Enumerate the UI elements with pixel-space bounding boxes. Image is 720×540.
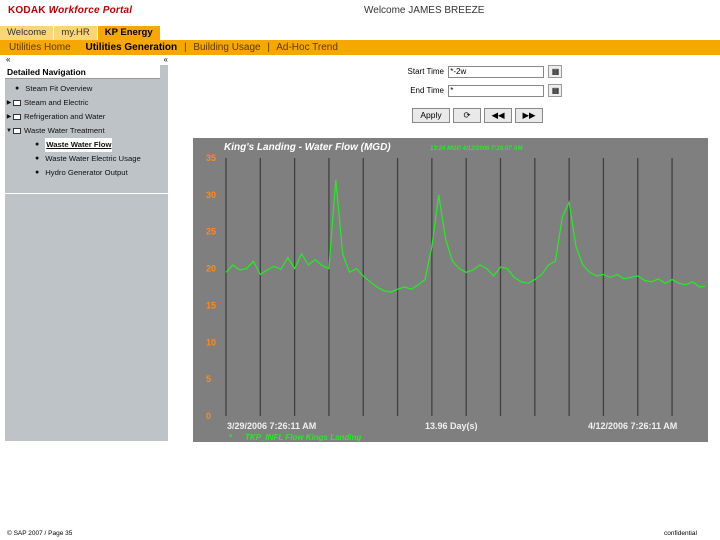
x-span-label: 13.96 Day(s)	[425, 421, 478, 431]
bullet-icon: ●	[15, 85, 20, 92]
subnav-utilities-home[interactable]: Utilities Home	[9, 42, 71, 53]
legend-marker-icon: *	[229, 433, 233, 442]
calendar-icon[interactable]: ▦	[548, 84, 563, 98]
subnav-ad-hoc-trend[interactable]: Ad-Hoc Trend	[276, 42, 338, 53]
nav-item-label: Hydro Generator Output	[45, 168, 128, 177]
end-time-row: End Time ▦	[404, 84, 563, 98]
subnav-separator: |	[267, 42, 270, 53]
nav-item-label: Waste Water Flow	[45, 138, 113, 152]
collapse-icon[interactable]: ▼	[5, 124, 13, 138]
previous-period-button[interactable]: ◀◀	[484, 108, 512, 123]
portal-logo[interactable]: KODAK Workforce Portal	[8, 5, 132, 16]
top-tabs: Welcome my.HR KP Energy	[0, 26, 161, 40]
sidebar-divider	[5, 193, 168, 194]
nav-item-waste-water-electric-usage[interactable]: ● Waste Water Electric Usage	[5, 152, 168, 166]
end-time-input[interactable]	[448, 84, 545, 97]
collapse-right-icon[interactable]: «	[164, 55, 168, 64]
sidebar-heading: Detailed Navigation	[5, 65, 160, 79]
nav-item-label: Steam and Electric	[24, 98, 89, 107]
apply-button[interactable]: Apply	[412, 108, 450, 123]
footer-copyright: © SAP 2007 / Page 35	[7, 530, 73, 537]
collapse-left-icon[interactable]: «	[6, 55, 10, 64]
folder-icon	[13, 114, 21, 120]
expand-icon[interactable]: ▶	[5, 110, 13, 124]
refresh-button[interactable]: ⟳	[453, 108, 481, 123]
chart-title: King's Landing - Water Flow (MGD)	[224, 142, 391, 153]
trend-chart-svg: 0 5 10 15 20 25 30 35 King's Landing - Water Fl…	[206, 142, 706, 442]
start-time-label: Start Time	[407, 67, 444, 76]
refresh-icon: ⟳	[463, 110, 471, 120]
y-tick-labels: 0 5 10 15 20 25 30 35	[206, 153, 216, 421]
nav-item-hydro-generator-output[interactable]: ● Hydro Generator Output	[5, 166, 168, 180]
subnav-utilities-generation[interactable]: Utilities Generation	[85, 42, 177, 53]
form-buttons: Apply ⟳ ◀◀ ▶▶	[404, 108, 543, 123]
expand-icon[interactable]: ▶	[5, 96, 13, 110]
end-time-label: End Time	[410, 86, 444, 95]
bullet-icon: ●	[35, 155, 40, 162]
tab-kp-energy[interactable]: KP Energy	[97, 26, 161, 40]
y-tick-label: 10	[206, 337, 216, 347]
water-flow-trend-chart: 0 5 10 15 20 25 30 35 King's Landing - Water Fl…	[193, 138, 708, 442]
nav-item-label: Refrigeration and Water	[24, 112, 106, 121]
footer-confidential: confidential	[664, 530, 697, 537]
logo-brand: KODAK	[8, 5, 46, 16]
start-time-input[interactable]	[448, 65, 545, 78]
series-line-tkp-infl-flow	[225, 180, 706, 293]
detailed-navigation-panel: « « Detailed Navigation ● Steam Fit Over…	[5, 55, 168, 441]
bullet-icon: ●	[35, 141, 40, 148]
legend-series-name: TKP_INFL Flow Kings Landing	[245, 433, 361, 442]
y-tick-label: 25	[206, 227, 216, 237]
start-time-row: Start Time ▦	[404, 65, 563, 79]
nav-item-label: Steam Fit Overview	[25, 84, 93, 93]
subnav-building-usage[interactable]: Building Usage	[193, 42, 260, 53]
nav-item-label: Waste Water Electric Usage	[45, 154, 141, 163]
nav-item-refrigeration-and-water[interactable]: ▶ Refrigeration and Water	[5, 110, 168, 124]
y-tick-label: 5	[206, 374, 211, 384]
tab-welcome[interactable]: Welcome	[0, 26, 55, 40]
nav-item-waste-water-flow[interactable]: ● Waste Water Flow	[5, 138, 168, 152]
tab-my-hr[interactable]: my.HR	[54, 26, 98, 40]
nav-item-label: Waste Water Treatment	[24, 126, 105, 135]
y-tick-label: 0	[206, 411, 211, 421]
logo-title: Workforce Portal	[45, 5, 133, 16]
grid-layer	[225, 158, 673, 416]
sidebar-toolbar: « «	[5, 55, 168, 65]
nav-item-steam-fit-overview[interactable]: ● Steam Fit Overview	[5, 82, 168, 96]
chart-timestamp: 13:24 MGD 4/12/2006 7:26:07 AM	[430, 146, 523, 152]
y-tick-label: 35	[206, 153, 216, 163]
subnav-separator: |	[183, 42, 187, 53]
welcome-message: Welcome JAMES BREEZE	[364, 5, 485, 16]
navigation-tree: ● Steam Fit Overview ▶ Steam and Electri…	[5, 79, 168, 180]
nav-item-steam-and-electric[interactable]: ▶ Steam and Electric	[5, 96, 168, 110]
calendar-icon[interactable]: ▦	[548, 65, 563, 79]
nav-item-waste-water-treatment[interactable]: ▼ Waste Water Treatment	[5, 124, 168, 138]
portal-header: KODAK Workforce Portal Welcome JAMES BRE…	[0, 0, 720, 26]
x-end-label: 4/12/2006 7:26:11 AM	[588, 421, 677, 431]
y-tick-label: 30	[206, 190, 216, 200]
y-tick-label: 20	[206, 264, 216, 274]
sub-navigation: Utilities Home Utilities Generation | Bu…	[0, 40, 720, 55]
y-tick-label: 15	[206, 300, 216, 310]
x-start-label: 3/29/2006 7:26:11 AM	[227, 421, 316, 431]
bullet-icon: ●	[35, 169, 40, 176]
folder-icon	[13, 100, 21, 106]
fast-forward-icon: ▶▶	[522, 110, 536, 120]
folder-icon	[13, 128, 21, 134]
next-period-button[interactable]: ▶▶	[515, 108, 543, 123]
rewind-icon: ◀◀	[491, 110, 505, 120]
